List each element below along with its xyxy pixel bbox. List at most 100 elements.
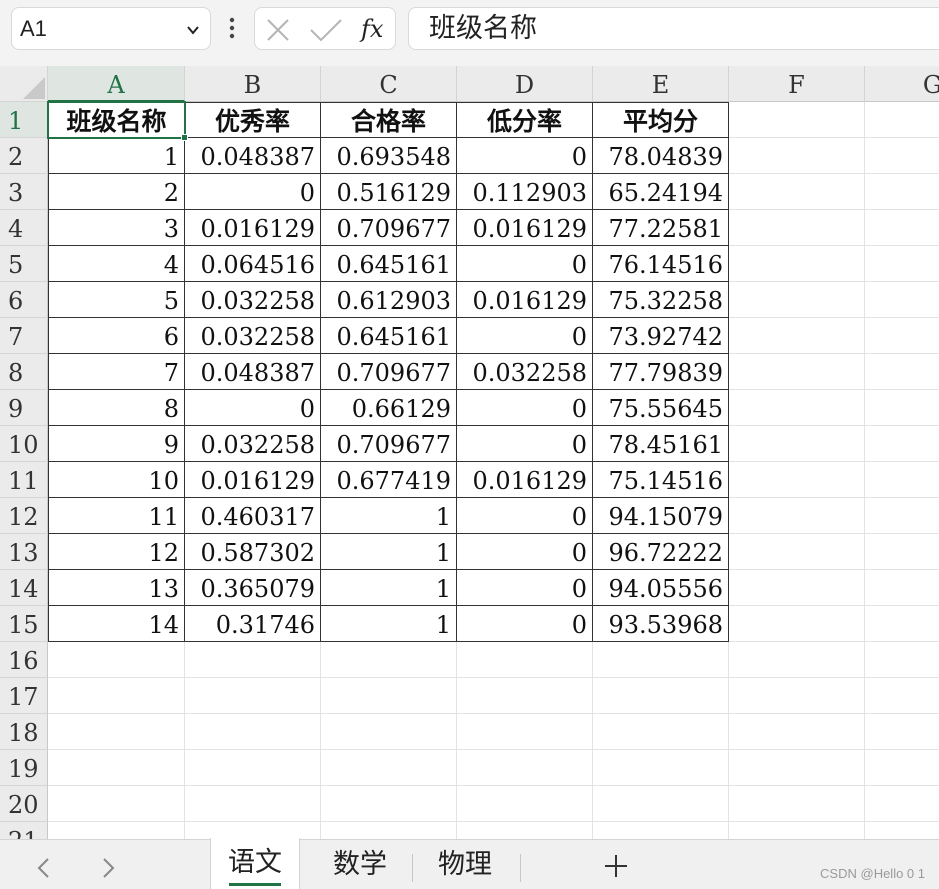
column-header-b[interactable]: B xyxy=(185,66,321,102)
more-options-icon[interactable] xyxy=(224,12,240,44)
cell-g12[interactable] xyxy=(865,498,939,534)
cell-d18[interactable] xyxy=(457,714,593,750)
chevron-right-icon[interactable] xyxy=(98,857,118,879)
cell-f10[interactable] xyxy=(729,426,865,462)
cell-e6[interactable]: 75.32258 xyxy=(593,282,729,318)
select-all-corner[interactable] xyxy=(0,66,48,102)
cell-f21[interactable] xyxy=(729,822,865,839)
cell-c17[interactable] xyxy=(321,678,457,714)
row-header-8[interactable]: 8 xyxy=(0,354,48,390)
cell-g14[interactable] xyxy=(865,570,939,606)
cell-b12[interactable]: 0.460317 xyxy=(185,498,321,534)
cell-g4[interactable] xyxy=(865,210,939,246)
cell-d19[interactable] xyxy=(457,750,593,786)
cell-g21[interactable] xyxy=(865,822,939,839)
column-header-d[interactable]: D xyxy=(457,66,593,102)
cell-f15[interactable] xyxy=(729,606,865,642)
fill-handle[interactable] xyxy=(181,134,188,141)
cell-e8[interactable]: 77.79839 xyxy=(593,354,729,390)
cell-g6[interactable] xyxy=(865,282,939,318)
spreadsheet-grid[interactable]: A B C D E F G 1 班级名称 优秀率 合格率 低分率 平均分 2 1 0.048387 0.6935… xyxy=(0,66,939,839)
cell-d21[interactable] xyxy=(457,822,593,839)
cell-d14[interactable]: 0 xyxy=(457,570,593,606)
cell-c12[interactable]: 1 xyxy=(321,498,457,534)
cell-b6[interactable]: 0.032258 xyxy=(185,282,321,318)
cell-b5[interactable]: 0.064516 xyxy=(185,246,321,282)
cell-f5[interactable] xyxy=(729,246,865,282)
cell-e21[interactable] xyxy=(593,822,729,839)
cell-c19[interactable] xyxy=(321,750,457,786)
cell-c1[interactable]: 合格率 xyxy=(321,102,457,138)
cell-c8[interactable]: 0.709677 xyxy=(321,354,457,390)
cell-g11[interactable] xyxy=(865,462,939,498)
cell-f16[interactable] xyxy=(729,642,865,678)
cell-d11[interactable]: 0.016129 xyxy=(457,462,593,498)
cell-f8[interactable] xyxy=(729,354,865,390)
cell-c7[interactable]: 0.645161 xyxy=(321,318,457,354)
cell-a15[interactable]: 14 xyxy=(48,606,185,642)
cell-d16[interactable] xyxy=(457,642,593,678)
row-header-9[interactable]: 9 xyxy=(0,390,48,426)
row-header-5[interactable]: 5 xyxy=(0,246,48,282)
cell-b3[interactable]: 0 xyxy=(185,174,321,210)
cell-a10[interactable]: 9 xyxy=(48,426,185,462)
row-header-6[interactable]: 6 xyxy=(0,282,48,318)
cell-f18[interactable] xyxy=(729,714,865,750)
cell-a14[interactable]: 13 xyxy=(48,570,185,606)
cell-a21[interactable] xyxy=(48,822,185,839)
cell-b1[interactable]: 优秀率 xyxy=(185,102,321,138)
row-header-14[interactable]: 14 xyxy=(0,570,48,606)
cell-b11[interactable]: 0.016129 xyxy=(185,462,321,498)
row-header-12[interactable]: 12 xyxy=(0,498,48,534)
cell-g10[interactable] xyxy=(865,426,939,462)
sheet-tab-chinese[interactable]: 语文 xyxy=(210,838,300,889)
column-header-f[interactable]: F xyxy=(729,66,865,102)
cell-b13[interactable]: 0.587302 xyxy=(185,534,321,570)
cell-f11[interactable] xyxy=(729,462,865,498)
sheet-tab-physics[interactable]: 物理 xyxy=(420,840,510,889)
cell-c4[interactable]: 0.709677 xyxy=(321,210,457,246)
cell-g3[interactable] xyxy=(865,174,939,210)
column-header-a[interactable]: A xyxy=(48,66,185,102)
cell-g18[interactable] xyxy=(865,714,939,750)
cell-g15[interactable] xyxy=(865,606,939,642)
cell-e2[interactable]: 78.04839 xyxy=(593,138,729,174)
cell-a17[interactable] xyxy=(48,678,185,714)
cell-a5[interactable]: 4 xyxy=(48,246,185,282)
cell-g2[interactable] xyxy=(865,138,939,174)
fx-icon[interactable]: fx xyxy=(359,14,389,44)
cell-e13[interactable]: 96.72222 xyxy=(593,534,729,570)
cell-c11[interactable]: 0.677419 xyxy=(321,462,457,498)
cell-d3[interactable]: 0.112903 xyxy=(457,174,593,210)
cell-a4[interactable]: 3 xyxy=(48,210,185,246)
cell-c21[interactable] xyxy=(321,822,457,839)
cell-c6[interactable]: 0.612903 xyxy=(321,282,457,318)
cell-b4[interactable]: 0.016129 xyxy=(185,210,321,246)
cell-e4[interactable]: 77.22581 xyxy=(593,210,729,246)
cell-d6[interactable]: 0.016129 xyxy=(457,282,593,318)
cell-e20[interactable] xyxy=(593,786,729,822)
cell-c9[interactable]: 0.66129 xyxy=(321,390,457,426)
cell-f2[interactable] xyxy=(729,138,865,174)
cell-d5[interactable]: 0 xyxy=(457,246,593,282)
cell-c5[interactable]: 0.645161 xyxy=(321,246,457,282)
cell-e3[interactable]: 65.24194 xyxy=(593,174,729,210)
cell-g9[interactable] xyxy=(865,390,939,426)
cell-f3[interactable] xyxy=(729,174,865,210)
cell-b15[interactable]: 0.31746 xyxy=(185,606,321,642)
row-header-19[interactable]: 19 xyxy=(0,750,48,786)
cell-c3[interactable]: 0.516129 xyxy=(321,174,457,210)
cell-d20[interactable] xyxy=(457,786,593,822)
cell-c2[interactable]: 0.693548 xyxy=(321,138,457,174)
cell-a8[interactable]: 7 xyxy=(48,354,185,390)
cell-b7[interactable]: 0.032258 xyxy=(185,318,321,354)
cell-g20[interactable] xyxy=(865,786,939,822)
cell-a7[interactable]: 6 xyxy=(48,318,185,354)
formula-input[interactable]: 班级名称 xyxy=(408,7,939,50)
cell-g13[interactable] xyxy=(865,534,939,570)
confirm-icon[interactable] xyxy=(309,18,343,42)
cell-d10[interactable]: 0 xyxy=(457,426,593,462)
cell-g16[interactable] xyxy=(865,642,939,678)
chevron-down-icon[interactable] xyxy=(186,23,200,37)
cell-e12[interactable]: 94.15079 xyxy=(593,498,729,534)
